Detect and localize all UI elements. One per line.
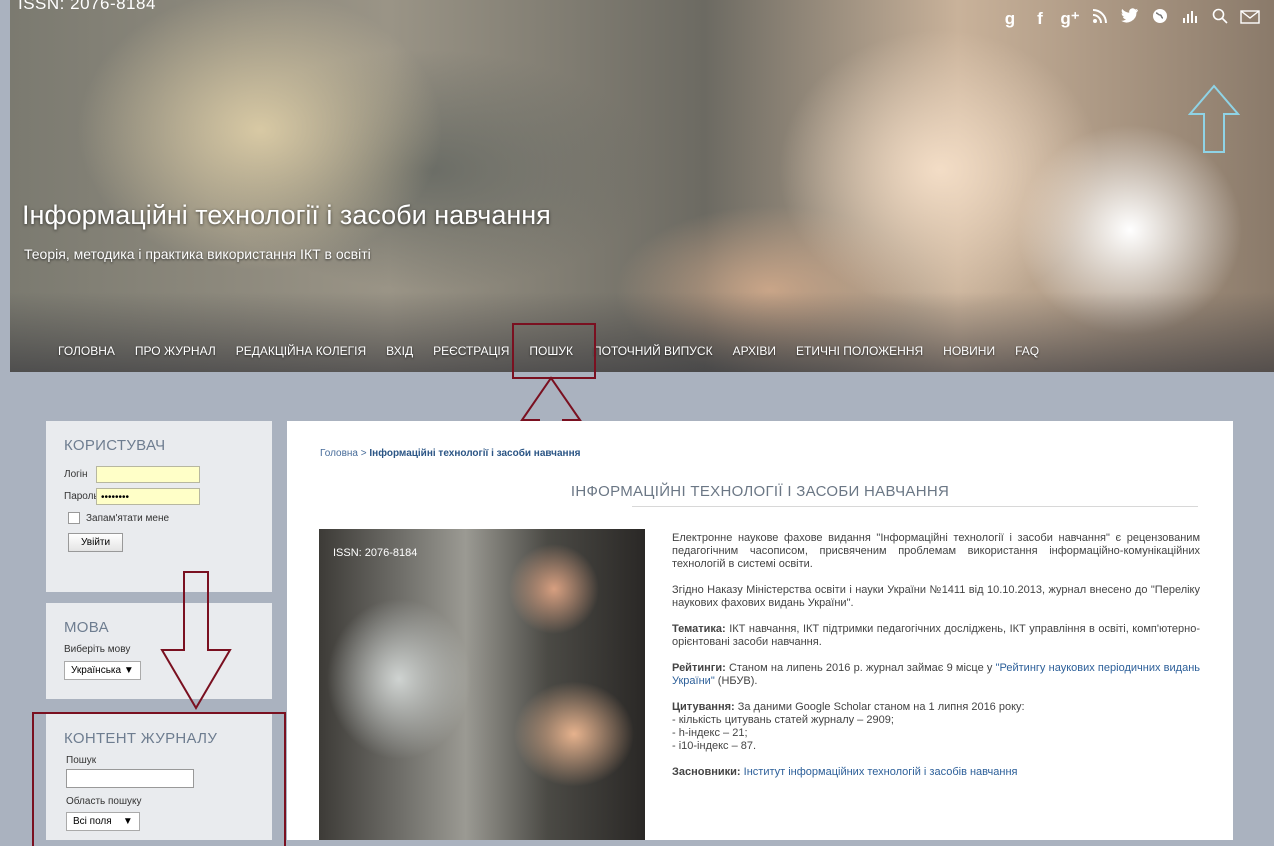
nav-login[interactable]: ВХІД: [376, 338, 423, 364]
journal-description: Електронне наукове фахове видання "Інфор…: [672, 532, 1200, 792]
main-content: Головна > Інформаційні технології і засо…: [287, 421, 1233, 840]
mail-icon[interactable]: [1240, 9, 1260, 29]
citations-count: - кількість цитувань статей журналу – 29…: [672, 714, 894, 726]
nav-news[interactable]: НОВИНИ: [933, 338, 1005, 364]
page-title: ІНФОРМАЦІЙНІ ТЕХНОЛОГІЇ І ЗАСОБИ НАВЧАНН…: [570, 483, 950, 500]
nav-ethics[interactable]: ЕТИЧНІ ПОЛОЖЕННЯ: [786, 338, 933, 364]
order-paragraph: Згідно Наказу Міністерства освіти і наук…: [672, 584, 1200, 609]
ratings-label: Рейтинги:: [672, 662, 726, 674]
twitter-icon[interactable]: [1120, 8, 1140, 29]
founders-label: Засновники:: [672, 766, 741, 778]
citations-paragraph: Цитування: За даними Google Scholar стан…: [672, 701, 1200, 753]
nav-editorial-board[interactable]: РЕДАКЦІЙНА КОЛЕГІЯ: [226, 338, 376, 364]
search-highlight-box: [512, 323, 596, 379]
content-highlight-box: [32, 712, 286, 846]
topics-paragraph: Тематика: ІКТ навчання, ІКТ підтримки пе…: [672, 623, 1200, 649]
citations-label: Цитування:: [672, 701, 735, 713]
nav-home[interactable]: ГОЛОВНА: [48, 338, 125, 364]
title-divider: [632, 506, 1198, 507]
language-block: МОВА Виберіть мову Українська ▼: [46, 603, 272, 699]
founders-paragraph: Засновники: Інститут інформаційних техно…: [672, 766, 1200, 779]
google-plus-icon[interactable]: g⁺: [1060, 9, 1080, 29]
topics-text: ІКТ навчання, ІКТ підтримки педагогічних…: [672, 623, 1200, 648]
breadcrumb: Головна > Інформаційні технології і засо…: [320, 448, 580, 459]
login-button[interactable]: Увійти: [68, 533, 124, 552]
password-label: Пароль: [64, 491, 99, 502]
topics-label: Тематика:: [672, 623, 726, 635]
chevron-down-icon: ▼: [123, 665, 134, 676]
language-selected: Українська: [71, 665, 122, 676]
nav-about[interactable]: ПРО ЖУРНАЛ: [125, 338, 226, 364]
password-input[interactable]: ••••••••: [96, 488, 200, 505]
google-icon[interactable]: g: [1000, 9, 1020, 29]
search-icon[interactable]: [1210, 8, 1230, 29]
remember-checkbox[interactable]: [68, 512, 80, 524]
nav-archives[interactable]: АРХІВИ: [723, 338, 786, 364]
founders-link[interactable]: Інститут інформаційних технологій і засо…: [744, 766, 1018, 778]
site-title[interactable]: Інформаційні технології і засоби навчанн…: [22, 200, 551, 231]
social-icons: g f g⁺: [1000, 8, 1260, 29]
site-subtitle: Теорія, методика і практика використання…: [24, 246, 371, 262]
user-block: КОРИСТУВАЧ Логін Пароль •••••••• Запам'я…: [46, 421, 272, 592]
ratings-paragraph: Рейтинги: Станом на липень 2016 р. журна…: [672, 662, 1200, 688]
user-block-title: КОРИСТУВАЧ: [64, 437, 166, 454]
citations-text: За даними Google Scholar станом на 1 лип…: [734, 701, 1025, 713]
nav-register[interactable]: РЕЄСТРАЦІЯ: [423, 338, 519, 364]
breadcrumb-separator: >: [358, 448, 370, 459]
ratings-suffix: (НБУВ).: [714, 675, 758, 687]
cyan-up-arrow: [1188, 84, 1240, 153]
nav-faq[interactable]: FAQ: [1005, 338, 1049, 364]
login-label: Логін: [64, 469, 88, 480]
breadcrumb-current[interactable]: Інформаційні технології і засоби навчанн…: [369, 448, 580, 459]
globe-icon[interactable]: [1150, 8, 1170, 29]
i10-index: - i10-індекс – 87.: [672, 740, 757, 752]
login-input[interactable]: [96, 466, 200, 483]
language-select[interactable]: Українська ▼: [64, 661, 141, 680]
ratings-text: Станом на липень 2016 р. журнал займає 9…: [725, 662, 996, 674]
rss-icon[interactable]: [1090, 8, 1110, 29]
maroon-down-arrow: [160, 571, 232, 710]
h-index: - h-індекс – 21;: [672, 727, 748, 739]
remember-label: Запам'ятати мене: [86, 512, 170, 524]
facebook-icon[interactable]: f: [1030, 9, 1050, 29]
stats-icon[interactable]: [1180, 8, 1200, 29]
header-banner: ISSN: 2076-8184 Інформаційні технології …: [10, 0, 1274, 372]
breadcrumb-home[interactable]: Головна: [320, 448, 358, 459]
description-paragraph: Електронне наукове фахове видання "Інфор…: [672, 532, 1200, 570]
issn-label: ISSN: 2076-8184: [18, 0, 156, 13]
journal-cover-image: ISSN: 2076-8184: [319, 529, 645, 840]
nav-current-issue[interactable]: ПОТОЧНИЙ ВИПУСК: [583, 338, 723, 364]
cover-issn: ISSN: 2076-8184: [333, 547, 418, 559]
